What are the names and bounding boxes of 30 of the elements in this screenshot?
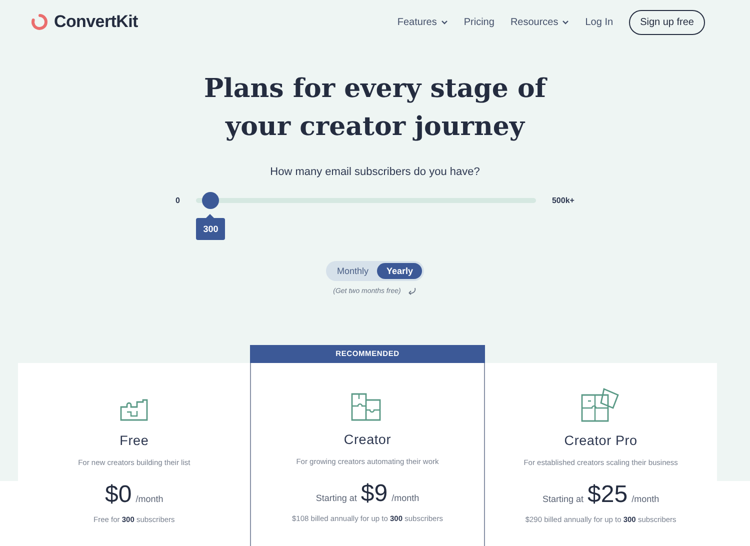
slider-question: How many email subscribers do you have? [269,166,481,178]
plan-price: $0 [105,481,132,509]
signup-button[interactable]: Sign up free [629,10,705,34]
logo-text[interactable]: ConvertKit [54,12,138,32]
plan-name: Free [120,433,149,448]
chevron-down-icon [562,20,570,24]
slider-thumb[interactable] [202,192,220,209]
price-prefix: Starting at [316,493,357,503]
chevron-down-icon [440,20,448,24]
plan-name: Creator [344,432,392,447]
plan-name: Creator Pro [564,433,638,448]
logo-icon [30,13,48,31]
plan-price: $9 [360,480,388,508]
price-period: /month [632,494,660,504]
page-title: Plans for every stage of your creator journey [203,73,548,144]
billing-option[interactable]: Monthly [328,263,378,279]
price-prefix: Starting at [542,494,584,504]
plan-price: $25 [588,481,628,509]
slider-max-label: 500k+ [552,196,574,205]
puzzle-icon [580,387,622,423]
nav-link[interactable]: Pricing [464,16,494,28]
price-period: /month [392,493,420,503]
price-period: /month [136,494,164,504]
slider-min-label: 0 [176,196,180,205]
nav-link[interactable]: Features [397,16,448,28]
curved-arrow-icon [406,287,417,295]
puzzle-icon [119,399,150,423]
nav-link[interactable]: Log In [585,16,614,28]
nav-link[interactable]: Resources [510,16,570,28]
billing-option[interactable]: Yearly [377,263,422,279]
